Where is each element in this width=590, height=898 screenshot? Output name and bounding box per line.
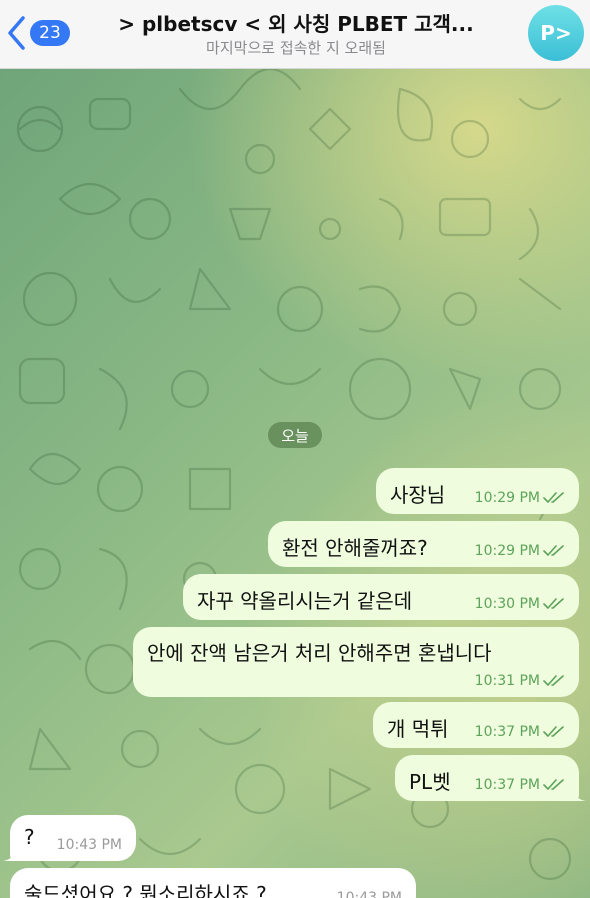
bubble-tail [3, 847, 17, 861]
message-meta: 10:37 PM [475, 777, 567, 793]
message-bubble[interactable]: 환전 안해줄꺼죠? 10:29 PM [268, 521, 579, 567]
message-bubble[interactable]: 사장님 10:29 PM [376, 468, 579, 514]
message-time: 10:29 PM [474, 543, 540, 559]
message-text: 사장님 [390, 483, 446, 507]
message-text: PL벳 [409, 770, 451, 794]
message-time: 10:29 PM [474, 490, 540, 506]
message-time: 10:43 PM [336, 890, 402, 898]
bubble-tail [572, 787, 586, 801]
double-check-icon [543, 545, 564, 556]
double-check-icon [543, 492, 564, 503]
message-bubble[interactable]: 개 먹튀 10:37 PM [373, 702, 579, 748]
message-bubble[interactable]: 안에 잔액 남은거 처리 안해주면 혼냅니다 10:31 PM [133, 627, 579, 697]
message-meta: 10:37 PM [475, 724, 567, 740]
message-text: 자꾸 약올리시는거 같은데 [197, 589, 413, 613]
message-meta: 10:29 PM [475, 490, 567, 506]
chat-area[interactable]: 오늘 사장님 10:29 PM 환전 안해줄꺼죠? 10:29 PM 자꾸 약올… [0, 69, 590, 898]
message-meta: 10:43 PM [337, 890, 402, 898]
message-time: 10:37 PM [474, 777, 540, 793]
avatar[interactable]: P> [528, 5, 584, 61]
chat-status: 마지막으로 접속한 지 오래됨 [206, 39, 386, 57]
message-text: 안에 잔액 남은거 처리 안해주면 혼냅니다 [147, 641, 492, 665]
back-button[interactable]: 23 [6, 14, 70, 52]
message-meta: 10:29 PM [475, 543, 567, 559]
date-separator: 오늘 [268, 422, 322, 448]
message-meta: 10:31 PM [475, 673, 567, 689]
unread-count-badge: 23 [30, 20, 70, 46]
double-check-icon [543, 779, 564, 790]
double-check-icon [543, 726, 564, 737]
double-check-icon [543, 598, 564, 609]
message-bubble[interactable]: 술드셨어요 ? 뭔소리하시죠 ? 10:43 PM [10, 868, 416, 898]
message-text: 환전 안해줄꺼죠? [282, 536, 428, 560]
double-check-icon [543, 675, 564, 686]
message-bubble[interactable]: PL벳 10:37 PM [395, 755, 586, 801]
chevron-left-icon [8, 16, 25, 50]
message-time: 10:43 PM [56, 837, 122, 853]
message-time: 10:37 PM [474, 724, 540, 740]
message-bubble[interactable]: 자꾸 약올리시는거 같은데 10:30 PM [183, 574, 579, 620]
message-text: 술드셨어요 ? 뭔소리하시죠 ? [24, 882, 267, 898]
chat-title[interactable]: > plbetscv < 외 사칭 PLBET 고객... [90, 8, 502, 37]
message-meta: 10:30 PM [475, 596, 567, 612]
message-bubble[interactable]: ? 10:43 PM [3, 815, 136, 861]
message-text: 개 먹튀 [387, 717, 449, 741]
message-meta: 10:43 PM [57, 837, 122, 853]
message-time: 10:30 PM [474, 596, 540, 612]
message-time: 10:31 PM [474, 673, 540, 689]
message-text: ? [24, 825, 35, 849]
chat-header: 23 > plbetscv < 외 사칭 PLBET 고객... 마지막으로 접… [0, 0, 590, 69]
